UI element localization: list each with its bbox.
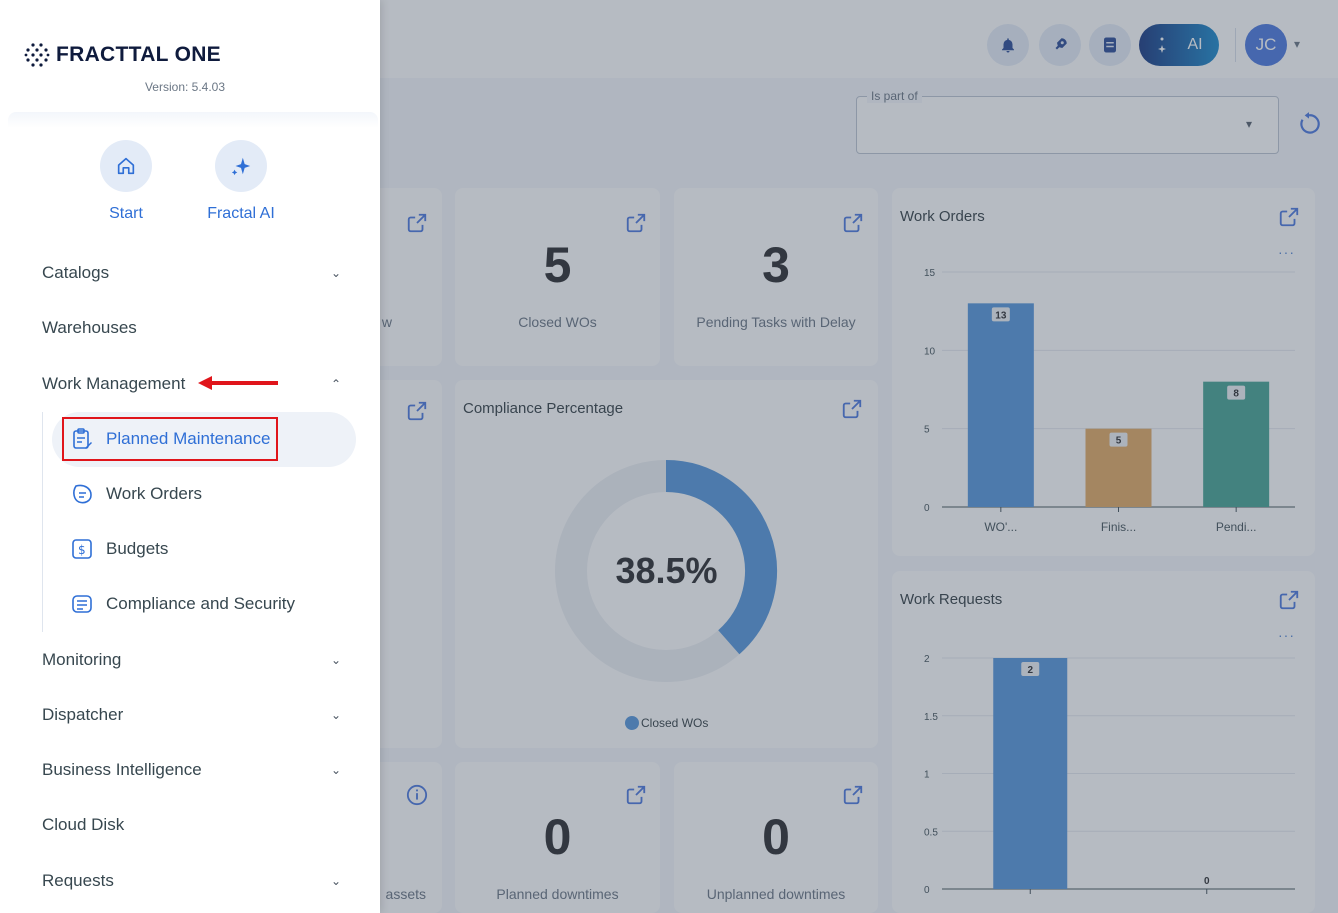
menu-label: Business Intelligence xyxy=(42,760,202,779)
app-version: Version: 5.4.03 xyxy=(144,80,226,94)
chevron-up-icon: ⌃ xyxy=(330,377,342,391)
submenu-label: Budgets xyxy=(106,539,169,558)
chevron-down-icon: ⌄ xyxy=(330,874,342,888)
brand-name: FRACTTAL ONE xyxy=(56,43,221,66)
chevron-down-icon: ⌄ xyxy=(330,266,342,280)
menu-cloud-disk[interactable]: Cloud Disk xyxy=(42,810,342,840)
sparkle-icon xyxy=(215,140,267,192)
checklist-icon xyxy=(72,595,92,613)
quick-start-label: Start xyxy=(109,205,143,222)
fractal-logo-icon xyxy=(24,43,50,67)
budget-icon: $ xyxy=(72,539,92,559)
menu-catalogs[interactable]: Catalogs ⌄ xyxy=(42,258,342,288)
header-divider xyxy=(8,112,378,128)
chevron-down-icon: ⌄ xyxy=(330,653,342,667)
menu-label: Warehouses xyxy=(42,318,137,337)
menu-label: Work Management xyxy=(42,374,186,393)
menu-label: Dispatcher xyxy=(42,705,124,724)
menu-warehouses[interactable]: Warehouses xyxy=(42,313,342,343)
chevron-down-icon: ⌄ xyxy=(330,708,342,722)
menu-label: Monitoring xyxy=(42,650,122,669)
modal-backdrop[interactable] xyxy=(380,0,1338,913)
menu-label: Catalogs xyxy=(42,263,110,282)
submenu-label: Work Orders xyxy=(106,484,203,503)
svg-text:$: $ xyxy=(78,543,86,557)
quick-ai-label: Fractal AI xyxy=(207,205,275,222)
menu-requests[interactable]: Requests ⌄ xyxy=(42,866,342,896)
submenu-tree-line xyxy=(42,412,43,632)
quick-fractal-ai[interactable]: Fractal AI xyxy=(186,140,296,223)
highlight-box xyxy=(62,417,278,461)
navigation-drawer: FRACTTAL ONE Version: 5.4.03 Start Fract… xyxy=(0,0,380,913)
submenu-work-orders[interactable]: Work Orders xyxy=(70,479,202,509)
chevron-down-icon: ⌄ xyxy=(330,763,342,777)
annotation-arrow-icon xyxy=(198,376,278,390)
submenu-compliance-security[interactable]: Compliance and Security xyxy=(70,589,295,619)
menu-work-management[interactable]: Work Management ⌃ xyxy=(42,369,342,399)
menu-monitoring[interactable]: Monitoring ⌄ xyxy=(42,645,342,675)
home-icon xyxy=(100,140,152,192)
menu-dispatcher[interactable]: Dispatcher ⌄ xyxy=(42,700,342,730)
submenu-budgets[interactable]: $ Budgets xyxy=(70,534,168,564)
menu-business-intelligence[interactable]: Business Intelligence ⌄ xyxy=(42,755,342,785)
brand-logo: FRACTTAL ONE xyxy=(24,42,221,68)
submenu-label: Compliance and Security xyxy=(106,594,295,613)
quick-start[interactable]: Start xyxy=(71,140,181,223)
work-orders-icon xyxy=(73,484,92,504)
menu-label: Cloud Disk xyxy=(42,815,125,834)
menu-label: Requests xyxy=(42,871,114,890)
